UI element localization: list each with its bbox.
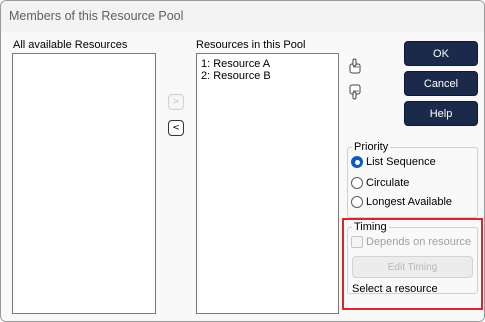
priority-group-title: Priority: [352, 141, 391, 153]
radio-longest-available[interactable]: Longest Available: [351, 196, 452, 208]
list-item[interactable]: 1: Resource A: [201, 58, 270, 70]
radio-label: Longest Available: [366, 196, 453, 208]
available-resources-label: All available Resources: [13, 39, 128, 51]
available-resources-list[interactable]: [12, 53, 156, 314]
radio-checked-icon: [351, 156, 363, 168]
resource-pool-dialog: Members of this Resource Pool All availa…: [0, 0, 485, 322]
hand-down-icon[interactable]: [348, 84, 362, 100]
pool-resources-label: Resources in this Pool: [196, 39, 306, 51]
list-item[interactable]: 2: Resource B: [201, 70, 271, 82]
radio-unchecked-icon: [351, 177, 363, 189]
radio-list-sequence[interactable]: List Sequence: [351, 156, 436, 168]
help-button[interactable]: Help: [404, 101, 478, 126]
chevron-left-icon: <: [172, 123, 180, 133]
add-to-pool-button[interactable]: >: [168, 94, 184, 110]
window-title: Members of this Resource Pool: [9, 9, 184, 23]
title-bar: Members of this Resource Pool: [1, 1, 484, 31]
timing-highlight-box: [342, 218, 483, 310]
pool-resources-list[interactable]: 1: Resource A 2: Resource B: [196, 53, 339, 314]
radio-label: Circulate: [366, 177, 410, 189]
hand-up-icon[interactable]: [348, 58, 362, 74]
dialog-body: All available Resources > < Resources in…: [1, 32, 484, 321]
radio-circulate[interactable]: Circulate: [351, 177, 409, 189]
ok-button[interactable]: OK: [404, 41, 478, 66]
remove-from-pool-button[interactable]: <: [168, 120, 184, 136]
chevron-right-icon: >: [172, 97, 180, 107]
cancel-button[interactable]: Cancel: [404, 71, 478, 96]
radio-label: List Sequence: [366, 156, 436, 168]
radio-unchecked-icon: [351, 196, 363, 208]
